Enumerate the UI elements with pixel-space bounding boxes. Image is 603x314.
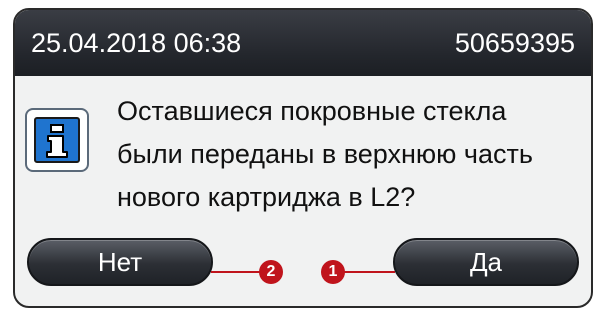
confirmation-dialog: 25.04.2018 06:38 50659395 Оставшиеся пок… <box>13 8 593 308</box>
message-line: Оставшиеся покровные стекла <box>117 96 507 126</box>
message-line: нового картриджа в L2? <box>117 182 416 212</box>
info-icon <box>25 108 89 172</box>
serial-number: 50659395 <box>454 28 575 58</box>
no-button[interactable]: Нет <box>27 238 213 286</box>
yes-button[interactable]: Да <box>393 238 579 286</box>
callout-line-no <box>211 271 261 273</box>
datetime-display: 25.04.2018 06:38 <box>31 28 242 58</box>
info-icon-glyph <box>34 117 80 163</box>
dialog-message: Оставшиеся покровные стекла были передан… <box>117 90 587 219</box>
title-bar: 25.04.2018 06:38 50659395 <box>15 10 591 76</box>
callout-badge-no: 2 <box>259 260 283 284</box>
screen: 25.04.2018 06:38 50659395 Оставшиеся пок… <box>0 0 603 314</box>
callout-badge-yes: 1 <box>321 260 345 284</box>
message-line: были переданы в верхнюю часть <box>117 139 533 169</box>
